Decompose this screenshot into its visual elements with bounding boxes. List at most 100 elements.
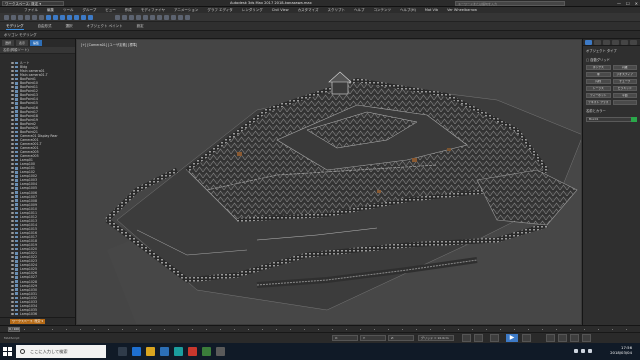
window-crossing-icon[interactable] xyxy=(67,15,72,20)
minimize-button[interactable]: — xyxy=(617,1,621,6)
visibility-icon[interactable] xyxy=(11,231,14,234)
primitive-button[interactable]: ピラミッド xyxy=(612,86,637,91)
modify-tab-icon[interactable] xyxy=(594,40,601,45)
reference-coord-icon[interactable] xyxy=(115,15,120,20)
visibility-icon[interactable] xyxy=(11,142,14,145)
schematic-icon[interactable] xyxy=(157,15,162,20)
select-icon[interactable] xyxy=(46,15,51,20)
visibility-icon[interactable] xyxy=(11,248,14,251)
utilities-tab-icon[interactable] xyxy=(630,40,637,45)
visibility-icon[interactable] xyxy=(11,98,14,101)
visibility-icon[interactable] xyxy=(11,268,14,271)
network-icon[interactable] xyxy=(574,349,578,353)
visibility-icon[interactable] xyxy=(11,260,14,263)
excel-app-icon[interactable] xyxy=(202,347,211,356)
prev-frame-icon[interactable] xyxy=(490,334,499,342)
primitive-button[interactable]: 円柱 xyxy=(586,79,611,84)
visibility-icon[interactable] xyxy=(11,94,14,97)
ime-icon[interactable] xyxy=(588,349,592,353)
play-icon[interactable]: ▶ xyxy=(506,334,518,342)
render-setup-icon[interactable] xyxy=(171,15,176,20)
visibility-icon[interactable] xyxy=(11,252,14,255)
visibility-icon[interactable] xyxy=(11,106,14,109)
visibility-icon[interactable] xyxy=(11,211,14,214)
x-coordinate-field[interactable]: X: xyxy=(332,335,358,341)
visibility-icon[interactable] xyxy=(11,256,14,259)
visibility-icon[interactable] xyxy=(11,308,14,311)
display-tab-icon[interactable] xyxy=(621,40,628,45)
visibility-icon[interactable] xyxy=(11,110,14,113)
3dsmax-app-icon[interactable] xyxy=(174,347,183,356)
render-icon[interactable] xyxy=(185,15,190,20)
visibility-icon[interactable] xyxy=(11,183,14,186)
next-frame-icon[interactable] xyxy=(522,334,531,342)
explorer-tab[interactable]: 表示 xyxy=(16,40,28,46)
curve-editor-icon[interactable] xyxy=(150,15,155,20)
primitive-button[interactable]: トーラス xyxy=(586,86,611,91)
mirror-icon[interactable] xyxy=(129,15,134,20)
visibility-icon[interactable] xyxy=(11,240,14,243)
taskbar-search-input[interactable]: ここに入力して検索 xyxy=(16,345,106,358)
primitive-button[interactable]: テキスト プラス xyxy=(586,100,611,105)
visibility-icon[interactable] xyxy=(11,203,14,206)
set-key-icon[interactable] xyxy=(474,334,483,342)
zoom-icon[interactable] xyxy=(546,334,555,342)
primitive-button[interactable] xyxy=(612,100,637,105)
visibility-icon[interactable] xyxy=(11,66,14,69)
viewport-label[interactable]: [+] [Camera01] [ユーザ定義] [標準] xyxy=(81,42,137,47)
move-icon[interactable] xyxy=(74,15,79,20)
motion-tab-icon[interactable] xyxy=(612,40,619,45)
file-explorer-icon[interactable] xyxy=(146,347,155,356)
close-button[interactable]: ✕ xyxy=(635,1,638,6)
rotate-icon[interactable] xyxy=(81,15,86,20)
object-color-swatch[interactable] xyxy=(631,117,637,122)
visibility-icon[interactable] xyxy=(11,167,14,170)
visibility-icon[interactable] xyxy=(11,296,14,299)
visibility-icon[interactable] xyxy=(11,199,14,202)
create-tab-icon[interactable] xyxy=(585,40,592,45)
help-search-input[interactable]: キーワードまたは語句を入力 xyxy=(455,1,565,6)
visibility-icon[interactable] xyxy=(11,272,14,275)
rect-select-icon[interactable] xyxy=(60,15,65,20)
visibility-icon[interactable] xyxy=(11,171,14,174)
visibility-icon[interactable] xyxy=(11,163,14,166)
visibility-icon[interactable] xyxy=(11,146,14,149)
layer-icon[interactable] xyxy=(143,15,148,20)
visibility-icon[interactable] xyxy=(11,244,14,247)
primitive-button[interactable]: 球 xyxy=(586,72,611,77)
visibility-icon[interactable] xyxy=(11,284,14,287)
primitive-button[interactable]: チューブ xyxy=(612,79,637,84)
visibility-icon[interactable] xyxy=(11,175,14,178)
visibility-icon[interactable] xyxy=(11,288,14,291)
visibility-icon[interactable] xyxy=(11,300,14,303)
visibility-icon[interactable] xyxy=(11,280,14,283)
taskbar-clock[interactable]: 17:56 2018/03/04 xyxy=(610,345,632,355)
visibility-icon[interactable] xyxy=(11,179,14,182)
explorer-tab[interactable]: 選択 xyxy=(2,40,14,46)
ribbon-tab[interactable]: オブジェクト ペイント xyxy=(87,22,123,30)
maxscript-listener[interactable]: MAXScript xyxy=(4,336,19,340)
bind-icon[interactable] xyxy=(32,15,37,20)
visibility-icon[interactable] xyxy=(11,264,14,267)
explorer-row[interactable]: Lamp1036 xyxy=(0,312,75,316)
store-icon[interactable] xyxy=(160,347,169,356)
primitive-button[interactable]: ボックス xyxy=(586,65,611,70)
visibility-icon[interactable] xyxy=(11,223,14,226)
task-view-icon[interactable] xyxy=(118,347,127,356)
ribbon-tab[interactable]: 自由形式 xyxy=(38,22,52,30)
maximize-button[interactable]: ☐ xyxy=(626,1,630,6)
explorer-column-header[interactable]: 名前(昇順ソート) xyxy=(0,47,75,54)
primitive-button[interactable]: 平面 xyxy=(612,93,637,98)
visibility-icon[interactable] xyxy=(11,312,14,315)
unlink-icon[interactable] xyxy=(25,15,30,20)
ribbon-tab[interactable]: 選択 xyxy=(66,22,73,30)
auto-key-icon[interactable] xyxy=(462,334,471,342)
visibility-icon[interactable] xyxy=(11,159,14,162)
render-frame-icon[interactable] xyxy=(178,15,183,20)
visibility-icon[interactable] xyxy=(11,155,14,158)
material-editor-icon[interactable] xyxy=(164,15,169,20)
volume-icon[interactable] xyxy=(581,349,585,353)
visibility-icon[interactable] xyxy=(11,227,14,230)
scale-icon[interactable] xyxy=(88,15,93,20)
visibility-icon[interactable] xyxy=(11,304,14,307)
